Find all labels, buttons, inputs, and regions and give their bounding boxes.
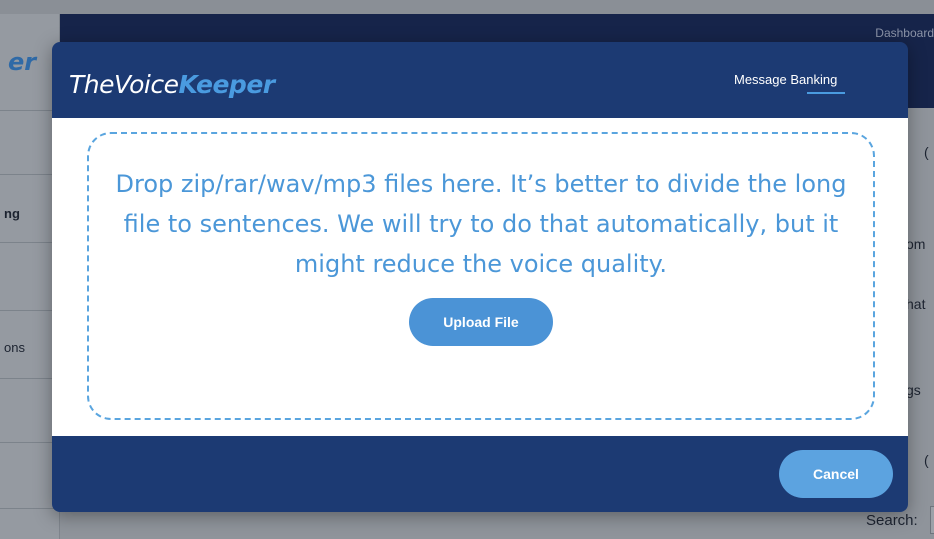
sidebar-divider [0, 242, 59, 243]
sidebar-divider [0, 174, 59, 175]
sidebar-divider [0, 378, 59, 379]
background-logo: er [8, 48, 37, 76]
background-text-fragment: hat [906, 296, 926, 312]
upload-modal: TheVoiceKeeper Message Banking Drop zip/… [52, 42, 908, 512]
sidebar-divider [0, 442, 59, 443]
background-text-fragment: ( [924, 144, 929, 160]
modal-body: Drop zip/rar/wav/mp3 files here. It’s be… [52, 118, 908, 436]
background-text-fragment: gs [906, 382, 921, 398]
brand-logo: TheVoiceKeeper [69, 70, 275, 99]
brand-logo-part2: Keeper [178, 70, 276, 99]
dropzone-instructions: Drop zip/rar/wav/mp3 files here. It’s be… [115, 170, 847, 278]
background-text-fragment: om [906, 236, 926, 252]
dashboard-link[interactable]: Dashboard [875, 26, 934, 40]
sidebar-divider [0, 508, 59, 509]
background-sidebar: er ng ons [0, 14, 60, 539]
background-text-fragment: ( [924, 452, 929, 468]
upload-file-button[interactable]: Upload File [409, 298, 553, 346]
sidebar-divider [0, 110, 59, 111]
search-input[interactable] [930, 506, 934, 534]
sidebar-divider [0, 310, 59, 311]
search-label: Search: [866, 512, 918, 529]
nav-message-banking[interactable]: Message Banking [734, 72, 837, 87]
nav-active-indicator [807, 92, 845, 94]
brand-logo-part1: TheVoice [69, 70, 179, 99]
sidebar-item-options[interactable]: ons [4, 340, 25, 355]
modal-footer: Cancel [52, 436, 908, 512]
cancel-button[interactable]: Cancel [779, 450, 893, 498]
file-dropzone[interactable]: Drop zip/rar/wav/mp3 files here. It’s be… [87, 132, 875, 420]
sidebar-item-message-banking[interactable]: ng [4, 206, 20, 221]
modal-header: TheVoiceKeeper Message Banking [52, 42, 908, 118]
